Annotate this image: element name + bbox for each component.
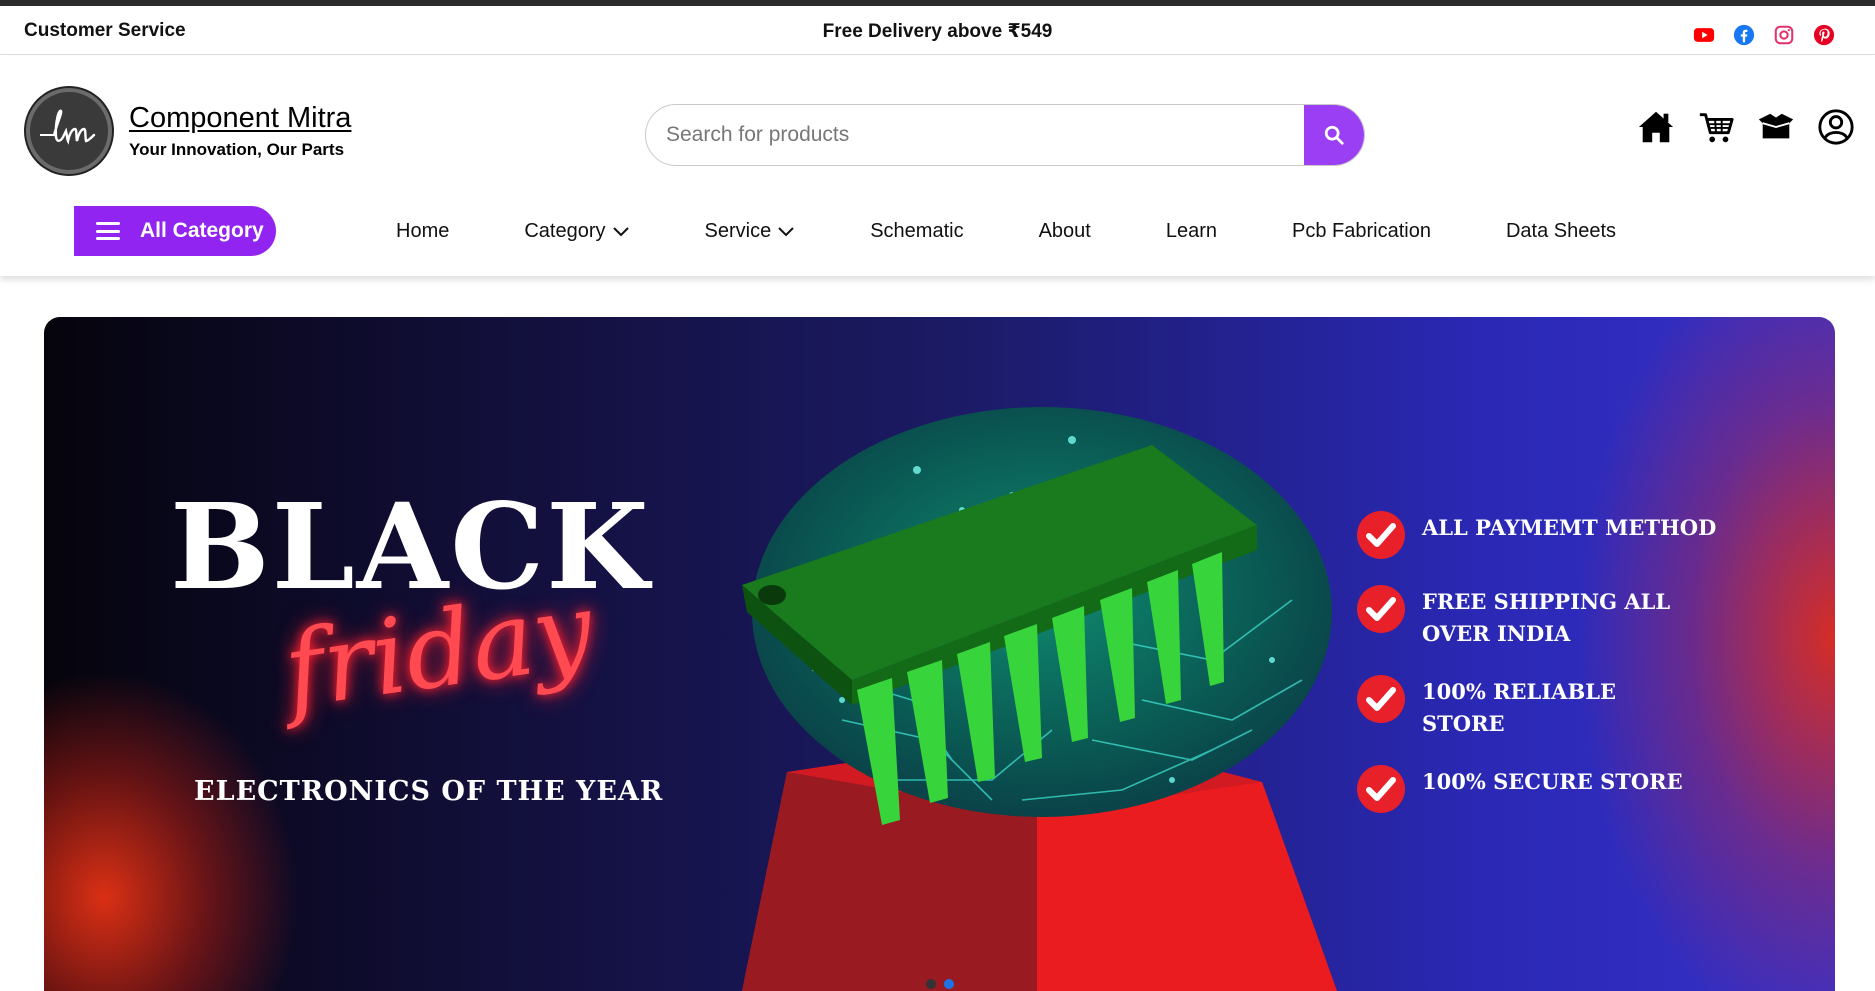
all-category-button[interactable]: All Category <box>74 206 276 256</box>
nav-about-label: About <box>1038 220 1091 242</box>
nav-learn[interactable]: Learn <box>1166 220 1217 243</box>
top-bar: Customer Service Free Delivery above ₹54… <box>0 6 1875 55</box>
feature-list: ALL PAYMEMT METHOD FREE SHIPPING ALL OVE… <box>1356 510 1826 838</box>
main-nav: Home Category Service Schematic About Le… <box>396 220 1616 243</box>
nav-schematic[interactable]: Schematic <box>870 220 963 243</box>
nav-home-label: Home <box>396 220 450 242</box>
user-account-icon[interactable] <box>1817 108 1855 146</box>
facebook-icon[interactable] <box>1733 24 1755 46</box>
brand-tagline: Your Innovation, Our Parts <box>129 140 345 159</box>
nav-service-label: Service <box>704 220 772 242</box>
brand-block: Component Mitra Your Innovation, Our Par… <box>129 102 351 160</box>
all-category-label: All Category <box>140 219 264 242</box>
chevron-down-icon <box>778 226 794 236</box>
nav-home[interactable]: Home <box>396 220 449 243</box>
youtube-icon[interactable] <box>1693 24 1715 46</box>
nav-data-sheets-label: Data Sheets <box>1505 220 1617 242</box>
nav-category-label: Category <box>524 220 606 242</box>
site-header: Component Mitra Your Innovation, Our Par… <box>0 56 1875 276</box>
feature-item: 100% RELIABLE STORE <box>1356 674 1826 740</box>
nav-pcb-fabrication-label: Pcb Fabrication <box>1292 220 1431 242</box>
free-delivery-notice: Free Delivery above ₹549 <box>822 21 1053 42</box>
feature-text: ALL PAYMEMT METHOD <box>1422 515 1717 540</box>
header-actions <box>1637 108 1855 146</box>
carousel-dot-2[interactable] <box>944 979 954 989</box>
feature-text: FREE SHIPPING ALL OVER INDIA <box>1422 589 1671 646</box>
feature-item: FREE SHIPPING ALL OVER INDIA <box>1356 584 1826 650</box>
check-icon <box>1356 510 1406 560</box>
ic-chip-illustration <box>742 407 1337 991</box>
instagram-icon[interactable] <box>1773 24 1795 46</box>
search-button[interactable] <box>1304 105 1364 165</box>
nav-category[interactable]: Category <box>524 220 629 243</box>
nav-data-sheets[interactable]: Data Sheets <box>1506 220 1616 243</box>
search-icon <box>1324 125 1344 145</box>
nav-pcb-fabrication[interactable]: Pcb Fabrication <box>1292 220 1431 243</box>
home-icon[interactable] <box>1637 108 1675 146</box>
cart-icon[interactable] <box>1697 108 1735 146</box>
feature-item: ALL PAYMEMT METHOD <box>1356 510 1826 560</box>
social-links <box>1693 24 1835 46</box>
check-icon <box>1356 584 1406 634</box>
orders-box-icon[interactable] <box>1757 108 1795 146</box>
menu-icon <box>96 222 120 240</box>
hero-subtitle: ELECTRONICS OF THE YEAR <box>194 776 664 807</box>
brand-logo[interactable] <box>26 88 112 174</box>
customer-service-link[interactable]: Customer Service <box>24 20 186 42</box>
search-input[interactable] <box>646 105 1306 165</box>
feature-item: 100% SECURE STORE <box>1356 764 1826 814</box>
feature-text: 100% RELIABLE STORE <box>1422 679 1616 736</box>
nav-service[interactable]: Service <box>705 220 796 243</box>
feature-text: 100% SECURE STORE <box>1422 769 1683 794</box>
nav-learn-label: Learn <box>1165 220 1218 242</box>
nav-about[interactable]: About <box>1039 220 1091 243</box>
chevron-down-icon <box>612 226 629 236</box>
pinterest-icon[interactable] <box>1813 24 1835 46</box>
carousel-dots <box>926 979 954 989</box>
check-icon <box>1356 674 1406 724</box>
carousel-dot-1[interactable] <box>926 979 936 989</box>
search-bar <box>645 104 1365 166</box>
hero-banner[interactable]: BLACK friday ELECTRONICS OF THE YEAR ALL… <box>44 317 1835 991</box>
brand-name-link[interactable]: Component Mitra <box>129 102 351 135</box>
check-icon <box>1356 764 1406 814</box>
nav-schematic-label: Schematic <box>870 220 964 242</box>
